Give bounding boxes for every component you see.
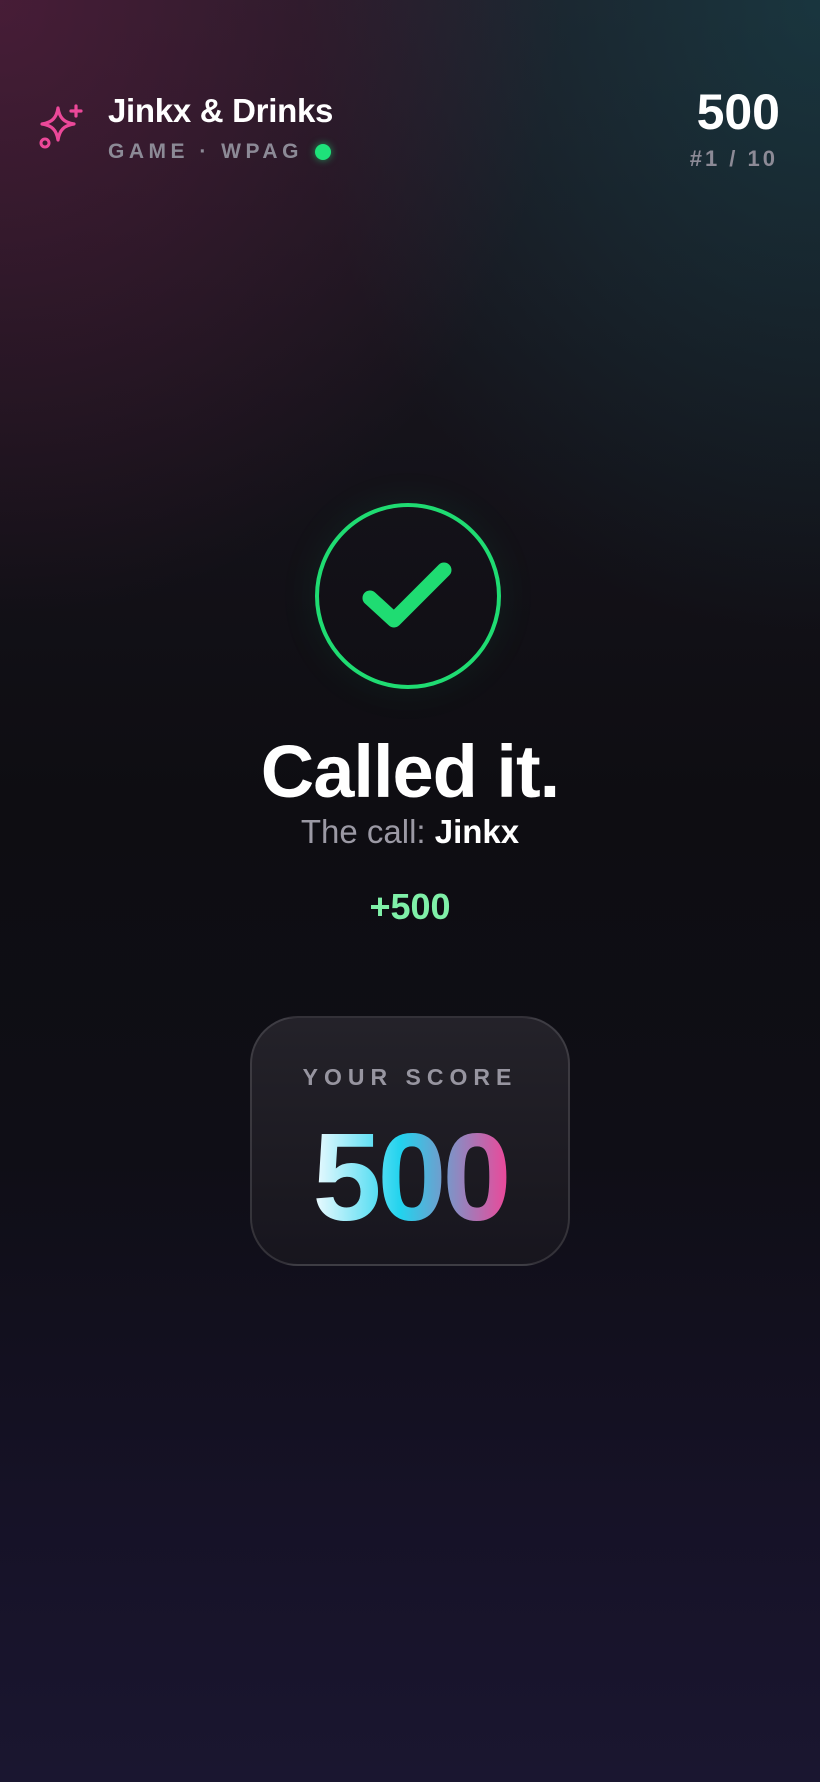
- game-subtitle: GAME · WPAG: [108, 140, 331, 164]
- score-label: YOUR SCORE: [302, 1064, 518, 1090]
- score-card: YOUR SCORE 500: [250, 1016, 570, 1266]
- live-status-dot: [314, 144, 331, 160]
- header-score: 500: [696, 84, 780, 140]
- score-value-graphic: 500: [313, 1109, 512, 1230]
- result-headline: Called it.: [260, 730, 560, 813]
- sparkle-icon: [39, 104, 83, 149]
- score-value: 500: [313, 1109, 508, 1230]
- call-line: The call: Jinkx: [0, 812, 820, 852]
- call-prefix: The call:: [300, 813, 435, 850]
- game-header: Jinkx & Drinks GAME · WPAG 500 #1 / 10: [0, 0, 820, 200]
- game-code: GAME · WPAG: [108, 140, 303, 163]
- header-rank: #1 / 10: [689, 146, 778, 171]
- success-badge: [315, 503, 501, 689]
- checkmark-icon: [362, 562, 452, 628]
- points-awarded: +500: [369, 886, 451, 927]
- call-value: Jinkx: [434, 813, 520, 850]
- game-title: Jinkx & Drinks: [108, 92, 334, 129]
